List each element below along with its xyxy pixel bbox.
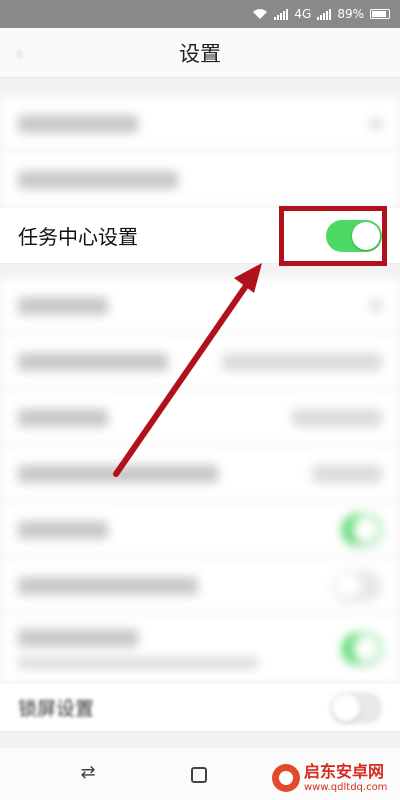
row-9-toggle[interactable] (332, 569, 382, 602)
signal-icon-2 (317, 8, 332, 20)
settings-list-2: 锁屏设置 (0, 278, 400, 732)
signal-icon (274, 8, 289, 20)
battery-icon (370, 9, 390, 19)
settings-row-6[interactable] (0, 390, 400, 446)
nav-back-icon[interactable]: ⇄ (76, 762, 100, 786)
settings-row-5[interactable] (0, 334, 400, 390)
wifi-icon (253, 9, 268, 19)
settings-row-10[interactable] (0, 614, 400, 684)
settings-row-8[interactable] (0, 502, 400, 558)
nav-bar: ‹ 设置 (0, 28, 400, 78)
settings-row-2[interactable] (0, 152, 400, 208)
toggle-knob (352, 221, 380, 250)
battery-percent: 89% (337, 7, 364, 21)
watermark-name: 启东安卓网 (304, 761, 385, 781)
status-bar: 4G 89% (0, 0, 400, 28)
lockscreen-toggle[interactable] (330, 691, 382, 724)
settings-row-lockscreen[interactable]: 锁屏设置 (0, 684, 400, 732)
network-type: 4G (294, 7, 312, 21)
watermark-url: www.qdltdq.com (304, 781, 388, 793)
nav-home-icon[interactable] (190, 766, 208, 784)
settings-row-7[interactable] (0, 446, 400, 502)
settings-row-task-center[interactable]: 任务中心设置 (0, 208, 400, 264)
settings-row-9[interactable] (0, 558, 400, 614)
page-title: 设置 (179, 41, 221, 66)
task-center-toggle[interactable] (326, 219, 382, 252)
task-center-label: 任务中心设置 (18, 225, 138, 249)
row-8-toggle[interactable] (342, 513, 382, 546)
watermark: 启东安卓网 www.qdltdq.com (272, 760, 396, 796)
row-10-toggle[interactable] (342, 632, 382, 665)
settings-row-1[interactable] (0, 96, 400, 152)
settings-list: 任务中心设置 (0, 96, 400, 264)
lockscreen-label: 锁屏设置 (18, 698, 95, 720)
settings-row-4[interactable] (0, 278, 400, 334)
watermark-logo-icon (272, 764, 300, 792)
back-arrow-icon[interactable]: ‹ (16, 43, 34, 64)
